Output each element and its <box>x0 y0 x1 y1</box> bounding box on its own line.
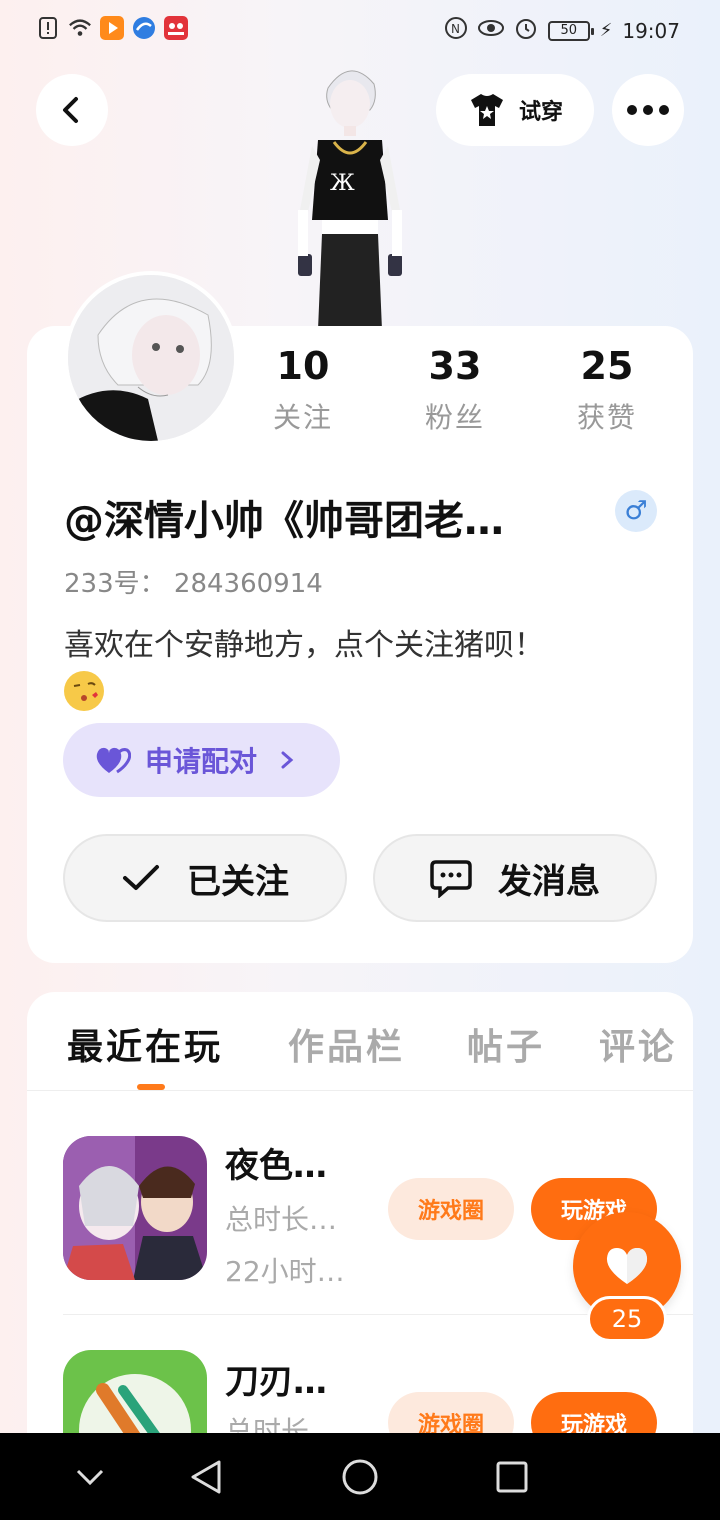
game-circle-button[interactable]: 游戏圈 <box>388 1178 514 1240</box>
chevron-right-icon <box>281 751 294 769</box>
tab-comments[interactable]: 评论 <box>599 1018 677 1070</box>
heart-icon <box>606 1248 648 1284</box>
stat-likes[interactable]: 25 获赞 <box>547 344 667 436</box>
game-circle-button[interactable]: 游戏圈 <box>388 1392 514 1433</box>
svg-text:Ж: Ж <box>330 171 355 196</box>
charging-icon: ⚡ <box>599 20 613 41</box>
back-button[interactable] <box>36 74 108 146</box>
alarm-icon <box>514 16 538 45</box>
tab-works[interactable]: 作品栏 <box>288 1018 405 1070</box>
browser-app-icon <box>132 16 156 40</box>
tab-posts[interactable]: 帖子 <box>467 1018 545 1070</box>
like-count-badge: 25 <box>587 1296 667 1342</box>
shirt-icon <box>470 94 503 126</box>
game-title: 夜色… <box>225 1146 327 1186</box>
try-on-button[interactable]: 试穿 <box>436 74 594 146</box>
game-total-label: 总时长… <box>225 1415 338 1433</box>
followed-button[interactable]: 已关注 <box>63 834 347 922</box>
user-id-label: 233号： <box>64 569 166 599</box>
gender-male-icon: ♂ <box>615 490 657 532</box>
try-on-label: 试穿 <box>518 100 563 125</box>
stat-followers-value: 33 <box>428 344 482 388</box>
eye-icon <box>477 18 504 43</box>
tab-recently-played[interactable]: 最近在玩 <box>67 1018 223 1070</box>
back-triangle-icon <box>191 1460 221 1494</box>
followed-label: 已关注 <box>187 861 289 902</box>
video-app-icon <box>100 16 124 40</box>
stat-following-label: 关注 <box>272 401 333 434</box>
chat-bubble-icon <box>430 860 472 898</box>
stat-likes-label: 获赞 <box>576 401 637 434</box>
stat-following[interactable]: 10 关注 <box>243 344 363 436</box>
stat-followers[interactable]: 33 粉丝 <box>395 344 515 436</box>
tabs-divider <box>27 1090 693 1091</box>
wifi-icon <box>68 16 92 40</box>
nav-recents-button[interactable] <box>488 1453 536 1501</box>
status-bar: N 50 ⚡ 19:07 <box>0 0 720 60</box>
stat-likes-value: 25 <box>580 344 634 388</box>
bio-text: 喜欢在个安静地方，点个关注猪呗！ <box>64 628 544 663</box>
user-id-value: 284360914 <box>173 569 323 599</box>
game-list-item[interactable]: 刀刃… 总时长… 游戏圈 玩游戏 <box>27 1332 693 1433</box>
double-heart-icon <box>96 747 131 774</box>
checkmark-icon <box>123 865 159 890</box>
nfc-icon: N <box>444 16 468 45</box>
game-icon[interactable] <box>63 1350 207 1433</box>
play-game-button[interactable]: 玩游戏 <box>531 1392 657 1433</box>
recents-square-icon <box>496 1461 528 1493</box>
username: @深情小帅《帅哥团老… <box>64 498 504 544</box>
camera-app-icon <box>164 16 188 40</box>
apply-pair-label: 申请配对 <box>145 745 258 778</box>
kiss-emoji-icon <box>64 670 104 711</box>
game-duration: 22小时… <box>225 1255 345 1288</box>
more-dots-icon <box>627 105 669 115</box>
chevron-down-icon <box>76 1469 104 1486</box>
avatar[interactable] <box>64 271 238 445</box>
chevron-left-icon <box>63 97 78 123</box>
more-button[interactable] <box>612 74 684 146</box>
clock-time: 19:07 <box>622 18 680 43</box>
gender-symbol: ♂ <box>624 496 648 526</box>
home-circle-icon <box>342 1459 378 1495</box>
system-nav-bar <box>0 1433 720 1520</box>
send-message-button[interactable]: 发消息 <box>373 834 657 922</box>
alert-icon <box>36 16 60 40</box>
stat-followers-label: 粉丝 <box>424 401 485 434</box>
content-tabs: 最近在玩 作品栏 帖子 评论 <box>27 1018 693 1090</box>
stat-following-value: 10 <box>276 344 330 388</box>
bio: 喜欢在个安静地方，点个关注猪呗！ <box>64 624 644 712</box>
send-message-label: 发消息 <box>498 861 600 902</box>
battery-icon: 50 <box>547 20 594 41</box>
svg-text:N: N <box>451 22 460 36</box>
nav-home-button[interactable] <box>336 1453 384 1501</box>
nav-back-button[interactable] <box>182 1453 230 1501</box>
game-title: 刀刃… <box>225 1362 327 1402</box>
apply-pair-button[interactable]: 申请配对 <box>63 723 340 797</box>
game-icon[interactable] <box>63 1136 207 1280</box>
avatar-character: Ж <box>290 60 410 330</box>
nav-collapse-button[interactable] <box>66 1453 114 1501</box>
user-id: 233号： 284360914 <box>64 563 323 600</box>
game-total-label: 总时长… <box>225 1203 338 1236</box>
